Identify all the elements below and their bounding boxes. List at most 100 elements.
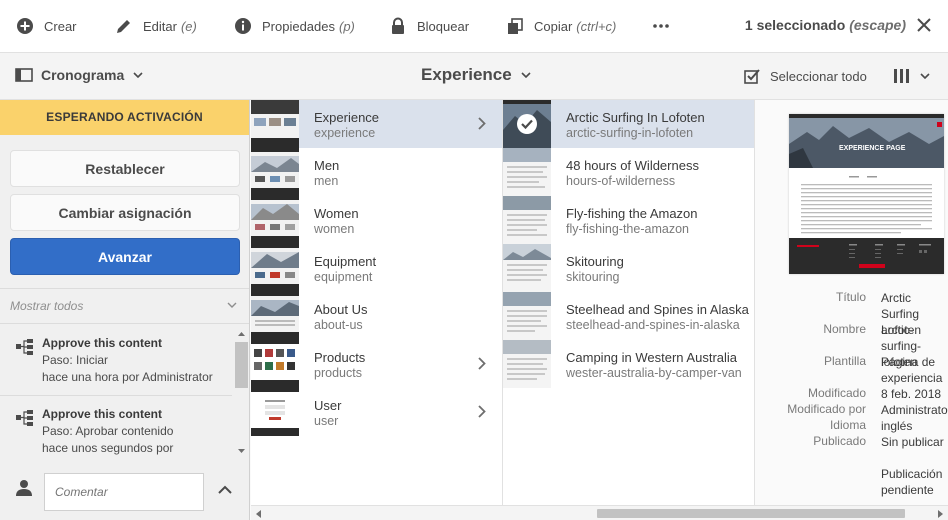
item-title: Products bbox=[314, 350, 366, 365]
page-thumbnail bbox=[503, 100, 551, 148]
meta-value: 8 feb. 2018 bbox=[881, 387, 942, 401]
scrollbar-thumb[interactable] bbox=[597, 509, 905, 518]
copy-button[interactable]: Copiar (ctrl+c) bbox=[506, 0, 616, 53]
column-item-men[interactable]: Men men bbox=[251, 148, 502, 196]
meta-value: inglés bbox=[881, 419, 913, 433]
page-thumbnail bbox=[503, 196, 551, 244]
selected-check bbox=[517, 114, 537, 134]
column-item-about-us[interactable]: About Us about-us bbox=[251, 292, 502, 340]
edit-button[interactable]: Editar (e) bbox=[115, 0, 197, 53]
item-title: Men bbox=[314, 158, 340, 173]
properties-label: Propiedades bbox=[262, 18, 335, 34]
column-item-skitouring[interactable]: Skitouring skitouring bbox=[503, 244, 754, 292]
comment-input[interactable] bbox=[44, 473, 204, 511]
create-button[interactable]: Crear bbox=[16, 0, 77, 53]
page-thumbnail bbox=[251, 196, 299, 244]
workflow-icon bbox=[16, 410, 33, 426]
chevron-down-icon bbox=[227, 302, 237, 308]
timeline-entry-title: Approve this content bbox=[42, 336, 163, 350]
timeline-list: Approve this content Paso: Iniciar hace … bbox=[0, 325, 249, 455]
item-name: user bbox=[314, 414, 339, 428]
chevron-down-icon bbox=[521, 72, 531, 78]
workflow-status-banner: ESPERANDO ACTIVACIÓN bbox=[0, 100, 249, 135]
page-thumbnail bbox=[503, 148, 551, 196]
page-thumbnail bbox=[503, 340, 551, 388]
show-all-filter[interactable]: Mostrar todos bbox=[0, 288, 249, 324]
column-item-experience[interactable]: Experience experience bbox=[251, 100, 502, 148]
reset-button[interactable]: Restablecer bbox=[10, 150, 240, 187]
timeline-scrollbar[interactable] bbox=[235, 330, 248, 455]
column-experience: Arctic Surfing In Lofoten arctic-surfing… bbox=[503, 100, 755, 505]
item-title: 48 hours of Wilderness bbox=[566, 158, 699, 173]
column-item-user[interactable]: User user bbox=[251, 388, 502, 436]
meta-key: Publicado bbox=[813, 434, 866, 448]
properties-button[interactable]: Propiedades (p) bbox=[234, 0, 355, 53]
page-thumbnail bbox=[251, 340, 299, 388]
view-switcher[interactable] bbox=[893, 68, 930, 84]
column-view: Experience experience Men men Women wome… bbox=[251, 100, 948, 505]
user-icon bbox=[16, 480, 32, 496]
copy-shortcut: (ctrl+c) bbox=[576, 18, 617, 34]
lock-button[interactable]: Bloquear bbox=[389, 0, 469, 53]
column-item-wilderness[interactable]: 48 hours of Wilderness hours-of-wilderne… bbox=[503, 148, 754, 196]
select-all-button[interactable]: Seleccionar todo bbox=[744, 68, 867, 84]
column-item-fly-fishing[interactable]: Fly-fishing the Amazon fly-fishing-the-a… bbox=[503, 196, 754, 244]
meta-row-published: Publicado Sin publicar bbox=[755, 434, 948, 466]
column-view-scrollbar[interactable] bbox=[251, 505, 948, 520]
rail-toggle[interactable]: Cronograma bbox=[15, 67, 151, 83]
selection-count-label: 1 seleccionado bbox=[744, 17, 846, 33]
checkbox-icon bbox=[744, 69, 760, 84]
chevron-right-icon bbox=[478, 117, 486, 130]
scrollbar-thumb[interactable] bbox=[235, 342, 248, 388]
meta-row-pending: Publicación pendiente bbox=[755, 466, 948, 498]
meta-row-language: Idioma inglés bbox=[755, 418, 948, 434]
meta-row-title: Título Arctic Surfing Lofoten bbox=[755, 290, 948, 337]
chevron-up-icon[interactable] bbox=[218, 485, 232, 494]
item-name: experience bbox=[314, 126, 376, 140]
column-site-root: Experience experience Men men Women wome… bbox=[251, 100, 503, 505]
copy-label: Copiar bbox=[534, 18, 573, 34]
column-view-icon bbox=[894, 69, 909, 83]
page-thumbnail bbox=[503, 244, 551, 292]
checkmark-icon bbox=[521, 119, 533, 130]
timeline-entry[interactable]: Approve this content Paso: Iniciar hace … bbox=[0, 325, 232, 396]
column-item-steelhead[interactable]: Steelhead and Spines in Alaska steelhead… bbox=[503, 292, 754, 340]
page-preview: EXPERIENCE PAGE bbox=[789, 114, 944, 274]
reassign-button[interactable]: Cambiar asignación bbox=[10, 194, 240, 231]
workflow-icon bbox=[16, 339, 33, 355]
scroll-right-icon[interactable] bbox=[937, 510, 943, 518]
item-name: about-us bbox=[314, 318, 363, 332]
details-panel: EXPERIENCE PAGE Título Arctic Surfing Lo… bbox=[755, 100, 948, 505]
column-item-women[interactable]: Women women bbox=[251, 196, 502, 244]
chevron-right-icon bbox=[478, 357, 486, 370]
action-bar: Crear Editar (e) Propiedades (p) Bloquear … bbox=[0, 0, 948, 53]
meta-row-modified-by: Modificado por Administrator bbox=[755, 402, 948, 418]
page-title-dropdown[interactable]: Experience bbox=[421, 65, 531, 85]
lock-label: Bloquear bbox=[417, 18, 470, 34]
timeline-entry-title: Approve this content bbox=[42, 407, 163, 421]
rail-panel-icon bbox=[15, 68, 33, 82]
close-icon[interactable] bbox=[916, 17, 932, 33]
item-title: Arctic Surfing In Lofoten bbox=[566, 110, 705, 125]
chevron-right-icon bbox=[478, 405, 486, 418]
meta-value: Sin publicar bbox=[881, 435, 944, 449]
more-actions-button[interactable] bbox=[652, 0, 670, 53]
page-thumbnail bbox=[503, 292, 551, 340]
edit-label: Editar bbox=[143, 18, 177, 34]
column-item-arctic-surfing[interactable]: Arctic Surfing In Lofoten arctic-surfing… bbox=[503, 100, 754, 148]
item-name: skitouring bbox=[566, 270, 620, 284]
column-item-products[interactable]: Products products bbox=[251, 340, 502, 388]
timeline-entry-step: Paso: Aprobar contenido bbox=[42, 424, 174, 438]
chevron-down-icon bbox=[920, 73, 930, 79]
item-name: steelhead-and-spines-in-alaska bbox=[566, 318, 740, 332]
column-item-camping[interactable]: Camping in Western Australia wester-aust… bbox=[503, 340, 754, 388]
column-item-equipment[interactable]: Equipment equipment bbox=[251, 244, 502, 292]
scroll-left-icon[interactable] bbox=[256, 510, 262, 518]
advance-button[interactable]: Avanzar bbox=[10, 238, 240, 275]
meta-value: Publicación pendiente bbox=[881, 467, 943, 497]
item-title: About Us bbox=[314, 302, 368, 317]
page-thumbnail bbox=[251, 388, 299, 436]
page-thumbnail bbox=[251, 244, 299, 292]
lock-icon bbox=[392, 17, 404, 34]
timeline-entry[interactable]: Approve this content Paso: Aprobar conte… bbox=[0, 396, 232, 455]
